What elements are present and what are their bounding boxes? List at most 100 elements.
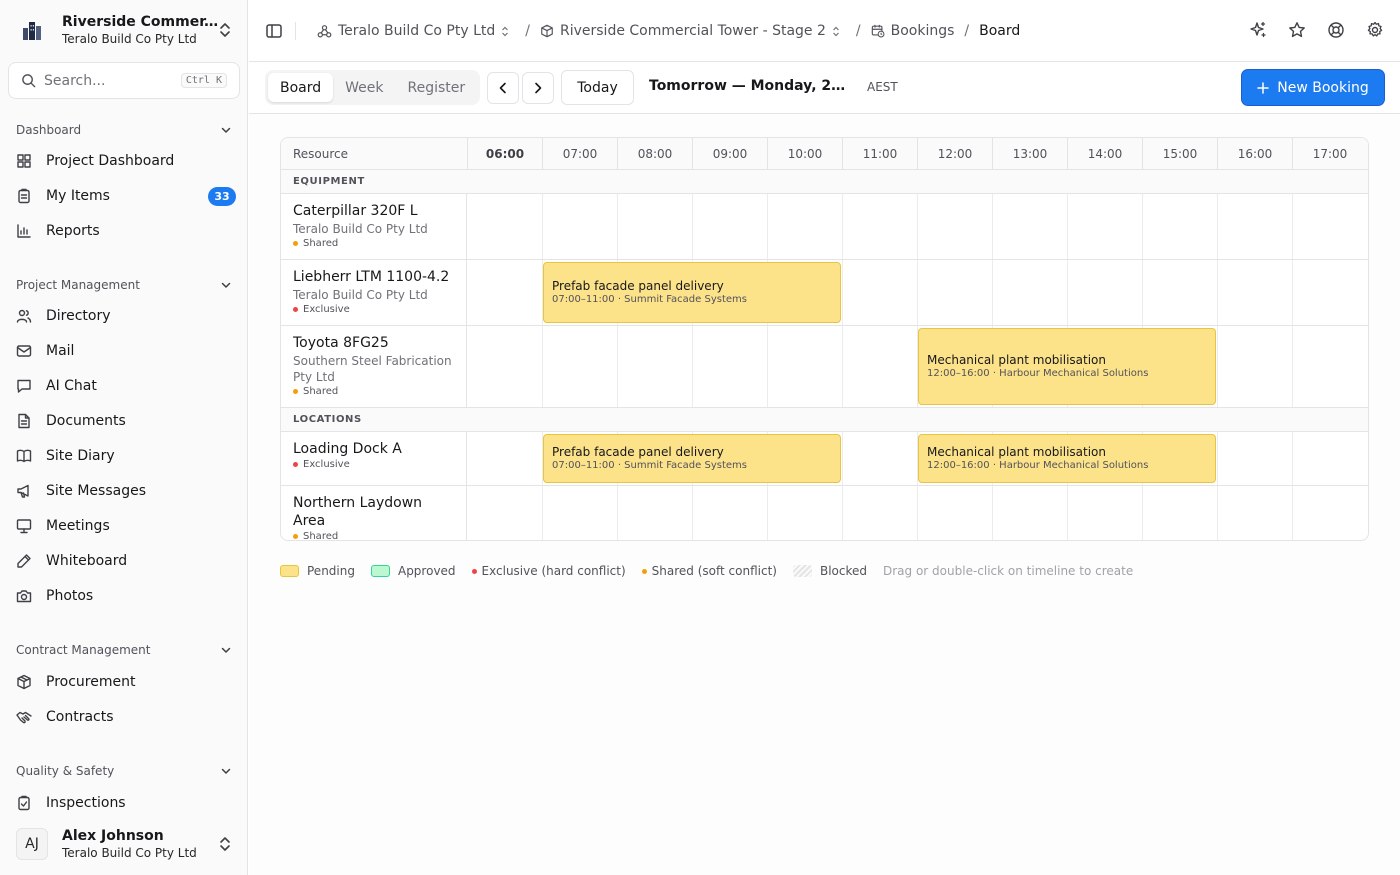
new-booking-label: New Booking [1277, 79, 1369, 96]
sparkles-icon[interactable] [1249, 21, 1267, 39]
resource-label[interactable]: Northern Laydown Area Shared [281, 486, 467, 540]
resource-label[interactable]: Loading Dock A Exclusive [281, 432, 467, 485]
breadcrumb-org[interactable]: Teralo Build Co Pty Ltd [317, 23, 515, 39]
sidebar-item-contracts[interactable]: Contracts [8, 701, 240, 733]
booking-detail: 12:00–16:00 · Harbour Mechanical Solutio… [927, 460, 1149, 471]
grid-line [692, 194, 693, 259]
legend-pending-label: Pending [307, 564, 355, 578]
sidebar-item-whiteboard[interactable]: Whiteboard [8, 545, 240, 577]
sidebar-item-site-messages[interactable]: Site Messages [8, 475, 240, 507]
grid-line [767, 194, 768, 259]
grid-line [842, 486, 843, 540]
dashboard-icon [16, 153, 32, 169]
grid-line [1142, 194, 1143, 259]
sidebar-item-mail[interactable]: Mail [8, 335, 240, 367]
resource-column-header: Resource [293, 147, 349, 161]
sidebar-item-reports[interactable]: Reports [8, 215, 240, 247]
sidebar-item-ai-chat[interactable]: AI Chat [8, 370, 240, 402]
resource-name: Loading Dock A [293, 441, 402, 457]
booking-detail: 07:00–11:00 · Summit Facade Systems [552, 460, 747, 471]
sidebar-item-site-diary[interactable]: Site Diary [8, 440, 240, 472]
tab-week[interactable]: Week [333, 73, 395, 102]
grid-line [842, 326, 843, 407]
chevron-right-icon [535, 82, 542, 94]
help-icon[interactable] [1327, 21, 1345, 39]
hour-column-header: 16:00 [1217, 138, 1292, 170]
grid-line [1067, 194, 1068, 259]
hour-column-header: 11:00 [842, 138, 917, 170]
nav-group-header[interactable]: Quality & Safety [16, 763, 232, 779]
gear-icon[interactable] [1366, 21, 1384, 39]
sidebar-item-project-dashboard[interactable]: Project Dashboard [8, 145, 240, 177]
nav-group-label: Project Management [16, 278, 140, 292]
hour-column-header: 09:00 [692, 138, 767, 170]
grid-line [617, 486, 618, 540]
book-icon [16, 448, 32, 464]
grid-line [1217, 260, 1218, 325]
new-booking-button[interactable]: New Booking [1242, 70, 1384, 105]
sidebar-item-meetings[interactable]: Meetings [8, 510, 240, 542]
sidebar-item-inspections[interactable]: Inspections [8, 787, 240, 819]
legend-shared-label: Shared (soft conflict) [651, 564, 777, 578]
sidebar-item-my-items[interactable]: My Items 33 [8, 180, 240, 212]
search-placeholder: Search... [44, 72, 106, 89]
grid-line [767, 486, 768, 540]
previous-day-button[interactable] [487, 72, 519, 104]
project-org: Teralo Build Co Pty Ltd [62, 32, 197, 46]
nav-group-label: Contract Management [16, 643, 151, 657]
board-header-row: Resource 06:00 07:00 08:00 09:00 10:00 11:00 1… [281, 138, 1368, 170]
legend-blocked-label: Blocked [819, 564, 867, 578]
resource-mode: Shared [293, 238, 454, 249]
nav-group-header[interactable]: Contract Management [16, 642, 232, 658]
today-button[interactable]: Today [561, 70, 634, 105]
legend-exclusive: Exclusive (hard conflict) [471, 564, 626, 578]
hour-column-header: 07:00 [542, 138, 617, 170]
resource-label[interactable]: Caterpillar 320F L Teralo Build Co Pty Lt… [281, 194, 467, 259]
resource-row[interactable]: Loading Dock A Exclusive Prefab facade pa… [281, 432, 1368, 486]
grid-line [992, 260, 993, 325]
legend-approved: Approved [370, 564, 456, 578]
nav-group-header[interactable]: Dashboard [16, 122, 232, 138]
resource-mode: Exclusive [293, 459, 454, 470]
grid-line [1217, 432, 1218, 485]
hour-column-header: 14:00 [1067, 138, 1142, 170]
booking-detail: 12:00–16:00 · Harbour Mechanical Solutio… [927, 368, 1149, 379]
grid-line [1142, 260, 1143, 325]
breadcrumb-bookings[interactable]: Bookings [871, 23, 954, 39]
chevron-down-icon [221, 768, 231, 774]
sidebar-item-documents[interactable]: Documents [8, 405, 240, 437]
star-icon[interactable] [1288, 21, 1306, 39]
tab-register[interactable]: Register [396, 73, 478, 102]
resource-row[interactable]: Northern Laydown Area Shared [281, 486, 1368, 540]
resource-row[interactable]: Liebherr LTM 1100-4.2 Teralo Build Co Pty… [281, 260, 1368, 326]
grid-line [542, 486, 543, 540]
resource-name: Caterpillar 320F L [293, 203, 418, 219]
booking-block[interactable]: Mechanical plant mobilisation 12:00–16:0… [918, 328, 1216, 405]
resource-label[interactable]: Liebherr LTM 1100-4.2 Teralo Build Co Pty… [281, 260, 467, 325]
breadcrumb-project[interactable]: Riverside Commercial Tower - Stage 2 [540, 23, 846, 39]
resource-row[interactable]: Caterpillar 320F L Teralo Build Co Pty Lt… [281, 194, 1368, 260]
user-org: Teralo Build Co Pty Ltd [62, 846, 197, 860]
booking-block[interactable]: Mechanical plant mobilisation 12:00–16:0… [918, 434, 1216, 483]
org-icon [317, 24, 332, 37]
booking-block[interactable]: Prefab facade panel delivery 07:00–11:00… [543, 434, 841, 483]
timezone-label: AEST [867, 80, 898, 94]
project-switcher[interactable]: Riverside Commer... Teralo Build Co Pty … [8, 6, 240, 54]
nav-group-header[interactable]: Project Management [16, 277, 232, 293]
tab-board[interactable]: Board [268, 73, 334, 102]
search-shortcut: Ctrl K [180, 73, 227, 88]
grid-line [1142, 486, 1143, 540]
hour-column-header: 10:00 [767, 138, 842, 170]
shared-dot [641, 568, 647, 574]
resource-row[interactable]: Toyota 8FG25 Southern Steel Fabrication P… [281, 326, 1368, 408]
resource-label[interactable]: Toyota 8FG25 Southern Steel Fabrication P… [281, 326, 467, 407]
sidebar-item-photos[interactable]: Photos [8, 580, 240, 612]
sidebar-item-directory[interactable]: Directory [8, 300, 240, 332]
next-day-button[interactable] [522, 72, 554, 104]
search-input[interactable]: Search... Ctrl K [8, 62, 240, 99]
user-menu[interactable]: AJ Alex Johnson Teralo Build Co Pty Ltd [8, 822, 240, 866]
sidebar-item-procurement[interactable]: Procurement [8, 666, 240, 698]
booking-block[interactable]: Prefab facade panel delivery 07:00–11:00… [543, 262, 841, 323]
sidebar-toggle-icon[interactable] [265, 22, 283, 40]
resource-mode-label: Shared [303, 531, 339, 541]
